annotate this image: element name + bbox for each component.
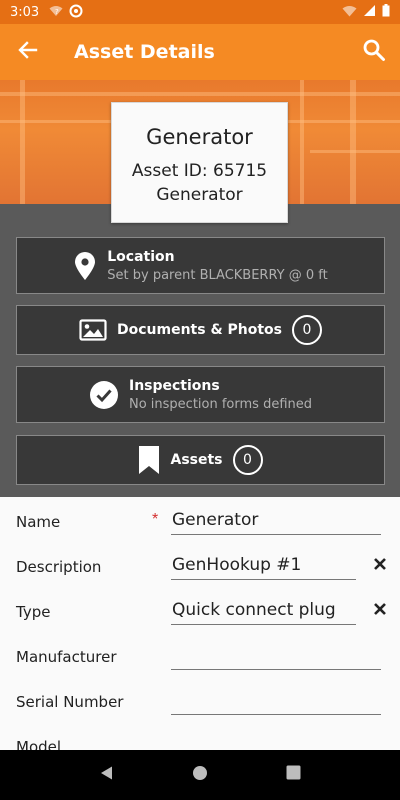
name-label: Name [16, 513, 61, 531]
clear-type-button[interactable] [371, 602, 389, 620]
form-row-type: Type Quick connect plug [0, 587, 400, 632]
location-subtitle: Set by parent BLACKBERRY @ 0 ft [107, 267, 328, 283]
battery-icon [382, 4, 390, 20]
description-label: Description [16, 558, 102, 576]
serial-number-field[interactable] [171, 685, 381, 715]
asset-name: Generator [146, 125, 253, 149]
svg-text:?: ? [55, 8, 59, 16]
image-icon [79, 319, 107, 341]
search-icon [362, 38, 386, 67]
close-icon [374, 602, 386, 620]
assets-title: Assets [170, 452, 223, 468]
asset-summary-card: Generator Asset ID: 65715 Generator [111, 102, 288, 223]
model-label: Model [16, 738, 62, 750]
inspections-subtitle: No inspection forms defined [128, 396, 312, 412]
page-title: Asset Details [74, 41, 215, 63]
status-time: 3:03 [10, 4, 40, 20]
back-button[interactable] [0, 24, 56, 80]
close-icon [374, 557, 386, 575]
form-row-name: Name * Generator [0, 497, 400, 542]
asset-id: Asset ID: 65715 [131, 161, 268, 181]
serial-number-label: Serial Number [16, 693, 124, 711]
inspections-title: Inspections [128, 377, 220, 394]
wifi-question-icon: ? [49, 5, 63, 20]
required-marker: * [152, 511, 159, 528]
form-row-manufacturer: Manufacturer [0, 632, 400, 677]
documents-count-badge: 0 [292, 315, 323, 345]
location-title: Location [107, 248, 175, 265]
manufacturer-label: Manufacturer [16, 648, 117, 666]
model-field[interactable] [171, 730, 381, 750]
signal-icon [363, 4, 376, 20]
back-triangle-icon[interactable] [99, 765, 115, 786]
asset-form: Name * Generator Description GenHookup #… [0, 497, 400, 750]
app-bar: Asset Details [0, 24, 400, 80]
home-circle-icon[interactable] [192, 765, 208, 786]
arrow-left-icon [18, 40, 38, 65]
location-tile[interactable]: Location Set by parent BLACKBERRY @ 0 ft [16, 237, 385, 294]
form-row-model: Model [0, 722, 400, 750]
form-row-serial-number: Serial Number [0, 677, 400, 722]
assets-count-badge: 0 [232, 445, 263, 475]
assets-tile[interactable]: Assets 0 [16, 435, 385, 485]
status-bar: 3:03 ? [0, 0, 400, 24]
check-circle-icon [89, 380, 119, 410]
type-label: Type [16, 603, 51, 621]
wifi-icon [342, 5, 357, 20]
map-pin-icon [73, 251, 97, 281]
form-row-description: Description GenHookup #1 [0, 542, 400, 587]
at-icon [69, 4, 83, 21]
system-nav-bar [0, 750, 400, 800]
documents-photos-tile[interactable]: Documents & Photos 0 [16, 305, 385, 355]
name-field[interactable]: Generator [171, 505, 381, 535]
type-field[interactable]: Quick connect plug [171, 595, 356, 625]
search-button[interactable] [348, 24, 400, 80]
documents-title: Documents & Photos [116, 322, 283, 338]
inspections-tile[interactable]: Inspections No inspection forms defined [16, 366, 385, 423]
manufacturer-field[interactable] [171, 640, 381, 670]
description-field[interactable]: GenHookup #1 [171, 550, 356, 580]
recents-square-icon[interactable] [286, 765, 301, 785]
bookmark-icon [138, 445, 160, 475]
clear-description-button[interactable] [371, 557, 389, 575]
asset-type-name: Generator [156, 185, 243, 205]
